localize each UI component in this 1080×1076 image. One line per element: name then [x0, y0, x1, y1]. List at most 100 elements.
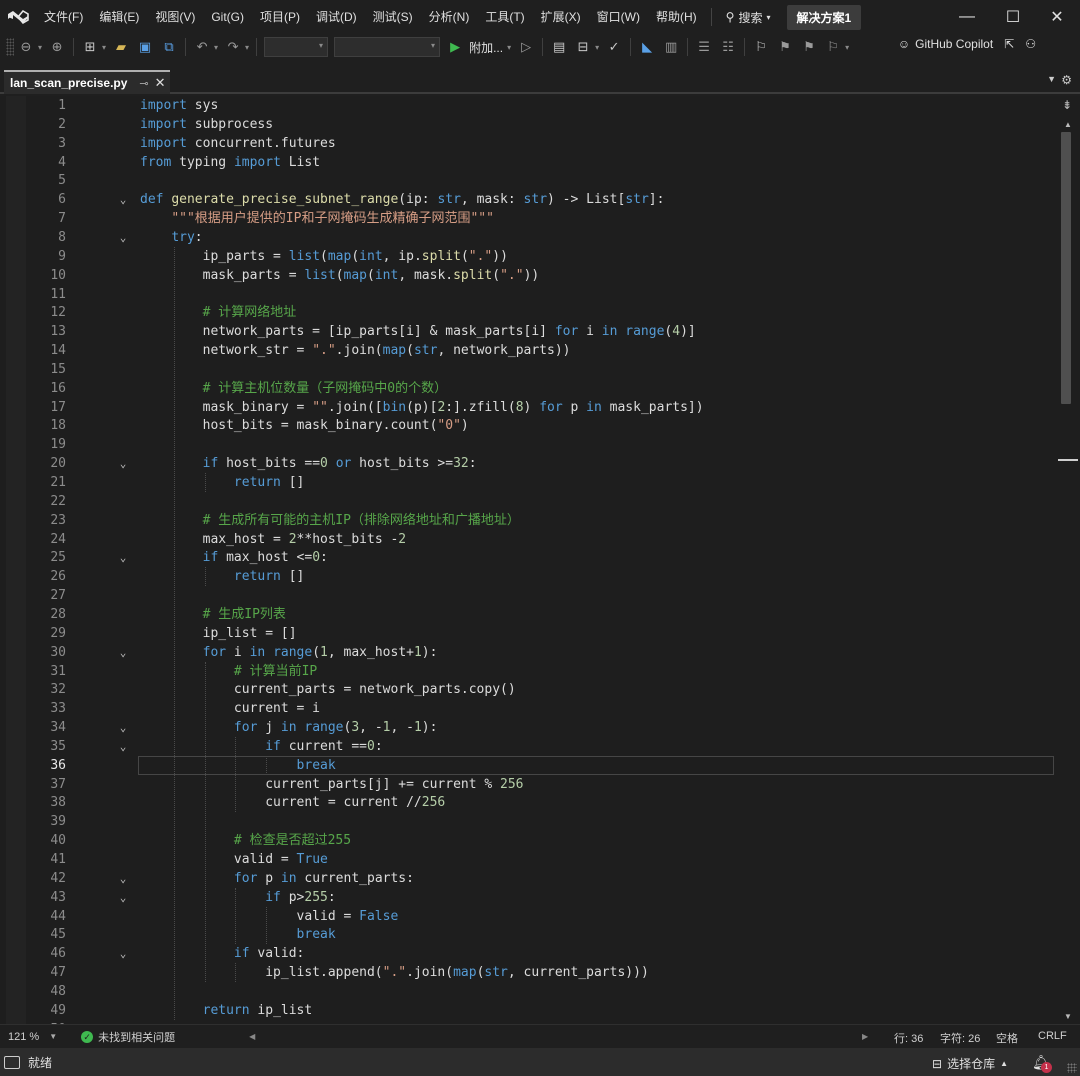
fold-chevron-icon[interactable]: ⌄: [116, 548, 130, 567]
format-icon[interactable]: ▥: [661, 37, 681, 57]
platform-dropdown[interactable]: ▾: [334, 37, 441, 57]
split-window-icon[interactable]: ⇟: [1062, 98, 1072, 112]
vertical-scrollbar[interactable]: ⇟ ▲ ▼: [1056, 96, 1080, 1024]
toolbar-grip[interactable]: [6, 38, 14, 56]
menu-analyze[interactable]: 分析(N): [421, 0, 478, 34]
spell-check-icon[interactable]: ✓: [604, 37, 624, 57]
code-line[interactable]: 18 host_bits = mask_binary.count("0"): [0, 416, 1056, 435]
redo-icon[interactable]: ↷: [223, 37, 243, 57]
fold-chevron-icon[interactable]: ⌄: [116, 944, 130, 963]
fold-chevron-icon[interactable]: ⌄: [116, 718, 130, 737]
menu-help[interactable]: 帮助(H): [648, 0, 705, 34]
undo-icon[interactable]: ↶: [192, 37, 212, 57]
code-line[interactable]: 49 return ip_list: [0, 1001, 1056, 1020]
scroll-right-icon[interactable]: ▶: [862, 1032, 868, 1041]
code-line[interactable]: 17 mask_binary = "".join([bin(p)[2:].zfi…: [0, 398, 1056, 417]
menu-extensions[interactable]: 扩展(X): [533, 0, 589, 34]
menu-view[interactable]: 视图(V): [147, 0, 203, 34]
code-line[interactable]: 14 network_str = ".".join(map(str, netwo…: [0, 341, 1056, 360]
code-line[interactable]: 35 ⌄ if current ==0:: [0, 737, 1056, 756]
github-copilot-button[interactable]: ☺ GitHub Copilot ⇱ ⚇: [898, 37, 1036, 51]
chevron-down-icon[interactable]: ▾: [245, 43, 249, 52]
save-icon[interactable]: ▣: [135, 37, 155, 57]
code-line[interactable]: 46 ⌄ if valid:: [0, 944, 1056, 963]
next-bookmark-icon[interactable]: ⚑: [799, 37, 819, 57]
pin-icon[interactable]: ⊸: [139, 77, 148, 90]
code-line[interactable]: 15: [0, 360, 1056, 379]
code-line[interactable]: 12 # 计算网络地址: [0, 303, 1056, 322]
browse-folder-icon[interactable]: ▤: [549, 37, 569, 57]
code-line[interactable]: 30 ⌄ for i in range(1, max_host+1):: [0, 643, 1056, 662]
toggle-breakpoint-icon[interactable]: ◣: [637, 37, 657, 57]
code-line[interactable]: 22: [0, 492, 1056, 511]
previous-bookmark-icon[interactable]: ⚑: [775, 37, 795, 57]
code-line[interactable]: 19: [0, 435, 1056, 454]
code-line[interactable]: 44 valid = False: [0, 907, 1056, 926]
select-repository-button[interactable]: ⊟ 选择仓库 ▲: [932, 1055, 1008, 1072]
code-line[interactable]: 32 current_parts = network_parts.copy(): [0, 680, 1056, 699]
window-layout-icon[interactable]: ⊟: [573, 37, 593, 57]
code-line[interactable]: 41 valid = True: [0, 850, 1056, 869]
code-line[interactable]: 10 mask_parts = list(map(int, mask.split…: [0, 266, 1056, 285]
scroll-left-icon[interactable]: ◀: [249, 1032, 255, 1041]
navigate-back-icon[interactable]: ⊖: [16, 37, 36, 57]
code-line[interactable]: 23 # 生成所有可能的主机IP（排除网络地址和广播地址）: [0, 511, 1056, 530]
chevron-down-icon[interactable]: ▼: [49, 1032, 57, 1041]
chevron-down-icon[interactable]: ▾: [38, 43, 42, 52]
clear-bookmarks-icon[interactable]: ⚐: [823, 37, 843, 57]
code-line[interactable]: 33 current = i: [0, 699, 1056, 718]
toolbar-options-icon[interactable]: ▾: [845, 43, 849, 52]
chevron-down-icon[interactable]: ▾: [507, 43, 511, 52]
menu-git[interactable]: Git(G): [203, 0, 252, 34]
search-button[interactable]: ⚲ 搜索 ▾: [718, 9, 779, 26]
visual-studio-logo-icon[interactable]: [0, 0, 36, 34]
scrollbar-track[interactable]: [1056, 132, 1080, 1008]
code-line[interactable]: 27: [0, 586, 1056, 605]
maximize-button[interactable]: ☐: [990, 0, 1036, 34]
close-tab-icon[interactable]: ✕: [155, 75, 166, 91]
fold-chevron-icon[interactable]: ⌄: [116, 454, 130, 473]
uncomment-lines-icon[interactable]: ☷: [718, 37, 738, 57]
menu-edit[interactable]: 编辑(E): [91, 0, 147, 34]
minimize-button[interactable]: —: [944, 0, 990, 34]
tab-lan-scan-precise[interactable]: lan_scan_precise.py ⊸ ✕: [4, 70, 170, 94]
code-line[interactable]: 40 # 检查是否超过255: [0, 831, 1056, 850]
fold-chevron-icon[interactable]: ⌄: [116, 869, 130, 888]
code-line[interactable]: 45 break: [0, 925, 1056, 944]
zoom-level[interactable]: 121 %: [8, 1031, 39, 1043]
code-line[interactable]: 31 # 计算当前IP: [0, 662, 1056, 681]
tab-overflow-icon[interactable]: ▼: [1047, 74, 1056, 84]
attach-button[interactable]: 附加...: [469, 39, 503, 56]
code-line[interactable]: 29 ip_list = []: [0, 624, 1056, 643]
account-icon[interactable]: ⚇: [1025, 37, 1036, 51]
code-line[interactable]: 24 max_host = 2**host_bits -2: [0, 530, 1056, 549]
scroll-up-icon[interactable]: ▲: [1064, 120, 1072, 129]
configuration-dropdown[interactable]: ▾: [264, 37, 329, 57]
save-all-icon[interactable]: ⧉: [159, 37, 179, 57]
scroll-down-icon[interactable]: ▼: [1064, 1012, 1072, 1021]
code-line[interactable]: 28 # 生成IP列表: [0, 605, 1056, 624]
chevron-down-icon[interactable]: ▾: [214, 43, 218, 52]
new-project-icon[interactable]: ⊞: [80, 37, 100, 57]
code-line[interactable]: 4 from typing import List: [0, 153, 1056, 172]
menu-window[interactable]: 窗口(W): [589, 0, 648, 34]
code-line[interactable]: 21 return []: [0, 473, 1056, 492]
code-line[interactable]: 3 import concurrent.futures: [0, 134, 1056, 153]
chevron-down-icon[interactable]: ▾: [102, 43, 106, 52]
chevron-down-icon[interactable]: ▾: [595, 43, 599, 52]
bookmark-icon[interactable]: ⚐: [751, 37, 771, 57]
output-window-icon[interactable]: [4, 1055, 20, 1069]
scrollbar-thumb[interactable]: [1061, 132, 1071, 404]
menu-tools[interactable]: 工具(T): [477, 0, 532, 34]
code-line[interactable]: 7 """根据用户提供的IP和子网掩码生成精确子网范围""": [0, 209, 1056, 228]
code-line[interactable]: 47 ip_list.append(".".join(map(str, curr…: [0, 963, 1056, 982]
code-line[interactable]: 9 ip_parts = list(map(int, ip.split(".")…: [0, 247, 1056, 266]
code-line[interactable]: 26 return []: [0, 567, 1056, 586]
menu-file[interactable]: 文件(F): [36, 0, 91, 34]
menu-project[interactable]: 项目(P): [252, 0, 308, 34]
line-indicator[interactable]: 行: 36: [894, 1030, 923, 1046]
share-icon[interactable]: ⇱: [1004, 37, 1014, 51]
code-line[interactable]: 39: [0, 812, 1056, 831]
fold-chevron-icon[interactable]: ⌄: [116, 190, 130, 209]
code-line[interactable]: 38 current = current //256: [0, 793, 1056, 812]
